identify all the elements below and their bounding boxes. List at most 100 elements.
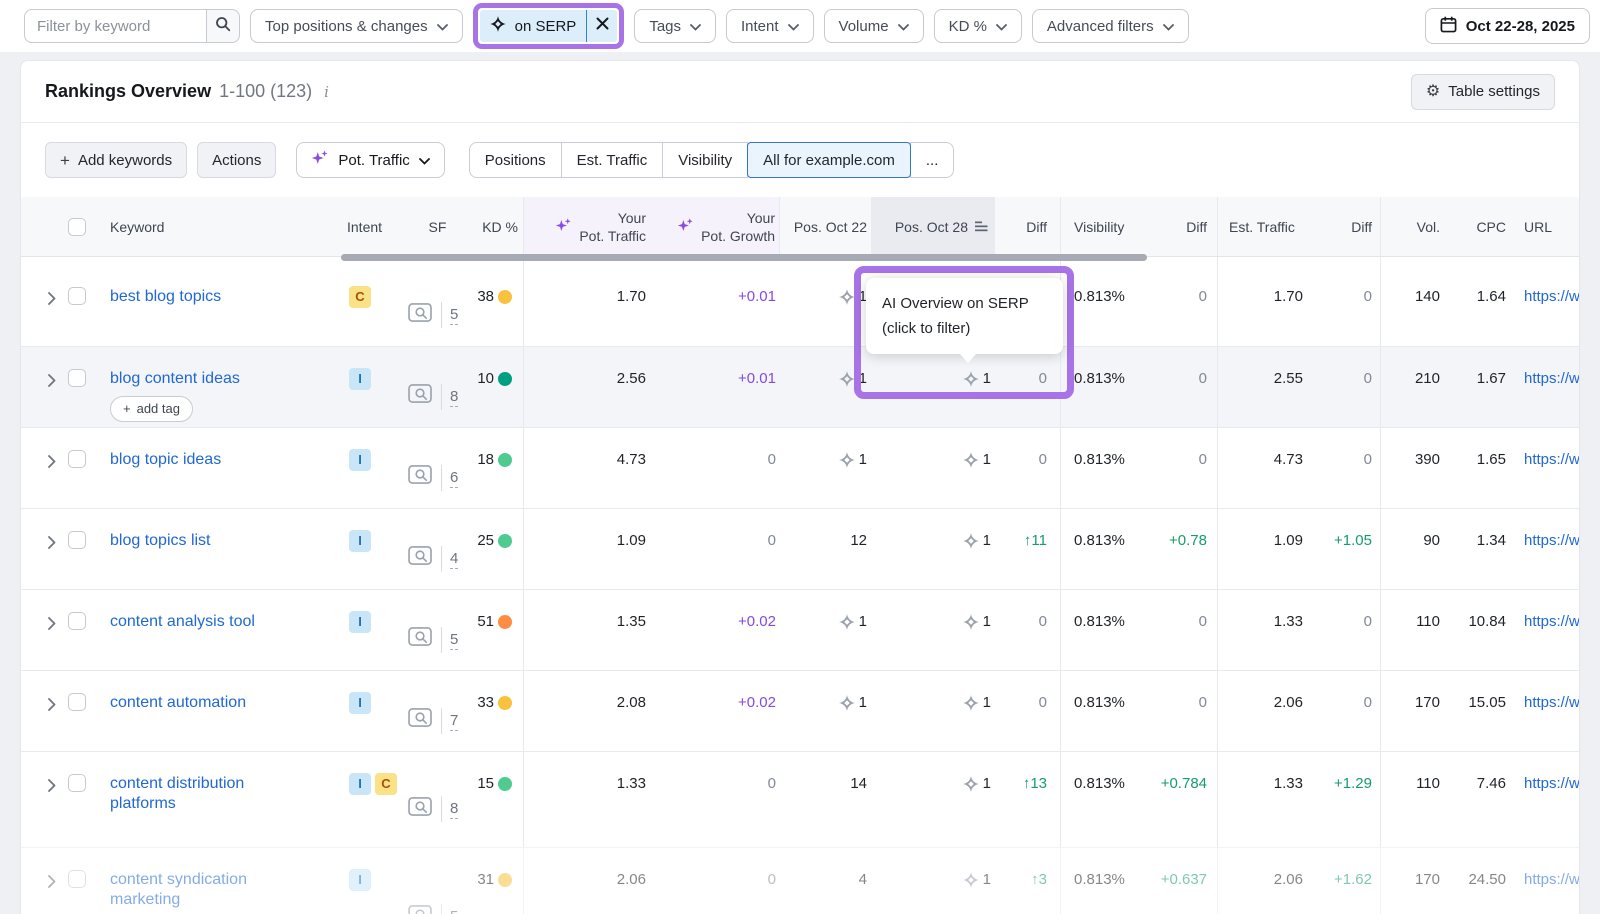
advanced-filters-dropdown[interactable]: Advanced filters bbox=[1032, 9, 1189, 43]
serp-features-cell: 7 bbox=[406, 671, 469, 751]
row-checkbox[interactable] bbox=[68, 450, 86, 468]
volume-dropdown[interactable]: Volume bbox=[824, 9, 924, 43]
sf-count[interactable]: 8 bbox=[450, 387, 458, 407]
sf-count[interactable]: 8 bbox=[450, 799, 458, 819]
tab-positions[interactable]: Positions bbox=[469, 142, 562, 178]
info-icon[interactable]: i bbox=[324, 83, 329, 101]
tab-more[interactable]: ... bbox=[910, 142, 955, 178]
expand-row-button[interactable] bbox=[21, 428, 65, 508]
url-link[interactable]: https://w bbox=[1524, 450, 1580, 470]
ai-overview-icon[interactable] bbox=[962, 694, 980, 718]
visibility-cell: 0.813% bbox=[1061, 848, 1141, 914]
column-header-keyword[interactable]: Keyword bbox=[93, 197, 329, 256]
column-header-pos-oct-22[interactable]: Pos. Oct 22 bbox=[780, 197, 871, 256]
ai-overview-icon[interactable] bbox=[838, 451, 856, 475]
keyword-link[interactable]: best blog topics bbox=[110, 287, 221, 307]
expand-row-button[interactable] bbox=[21, 848, 65, 914]
keyword-cell: blog topics list bbox=[93, 509, 329, 589]
column-header-intent[interactable]: Intent bbox=[329, 197, 406, 256]
column-header-url[interactable]: URL bbox=[1510, 197, 1580, 256]
remove-serp-filter-button[interactable] bbox=[587, 10, 617, 42]
sf-count[interactable]: 5 bbox=[450, 305, 458, 325]
row-checkbox[interactable] bbox=[68, 612, 86, 630]
row-checkbox[interactable] bbox=[68, 693, 86, 711]
keyword-link[interactable]: blog topic ideas bbox=[110, 450, 221, 470]
row-checkbox[interactable] bbox=[68, 531, 86, 549]
keyword-link[interactable]: content syndication marketing bbox=[110, 870, 295, 910]
column-header-pot-traffic[interactable]: YourPot. Traffic bbox=[524, 197, 650, 256]
sf-count[interactable]: 6 bbox=[450, 468, 458, 488]
top-positions-dropdown[interactable]: Top positions & changes bbox=[250, 9, 463, 43]
url-link[interactable]: https://w bbox=[1524, 369, 1580, 389]
expand-row-button[interactable] bbox=[21, 347, 65, 427]
intent-cell: I bbox=[329, 590, 406, 670]
intent-badge-c: C bbox=[349, 286, 371, 308]
expand-row-button[interactable] bbox=[21, 671, 65, 751]
url-link[interactable]: https://w bbox=[1524, 531, 1580, 551]
sf-count[interactable]: 4 bbox=[450, 549, 458, 569]
keyword-link[interactable]: content analysis tool bbox=[110, 612, 255, 632]
select-all-checkbox[interactable] bbox=[68, 218, 86, 236]
column-header-sf[interactable]: SF bbox=[406, 197, 469, 256]
horizontal-scrollbar[interactable] bbox=[341, 254, 1147, 261]
add-tag-button[interactable]: +add tag bbox=[110, 396, 193, 422]
expand-row-button[interactable] bbox=[21, 257, 65, 346]
tab-all-for-example[interactable]: All for example.com bbox=[747, 142, 911, 178]
intent-dropdown[interactable]: Intent bbox=[726, 9, 814, 43]
date-range-picker[interactable]: Oct 22-28, 2025 bbox=[1425, 8, 1590, 44]
keyword-link[interactable]: content distribution platforms bbox=[110, 774, 295, 814]
ai-overview-icon[interactable] bbox=[838, 694, 856, 718]
pot-traffic-dropdown[interactable]: Pot. Traffic bbox=[296, 142, 444, 178]
row-checkbox[interactable] bbox=[68, 369, 86, 387]
sf-count[interactable]: 5 bbox=[450, 630, 458, 650]
on-serp-filter-chip[interactable]: on SERP bbox=[480, 10, 618, 42]
column-header-kd[interactable]: KD % bbox=[469, 197, 524, 256]
column-header-diff-visibility[interactable]: Diff bbox=[1141, 197, 1218, 256]
expand-row-button[interactable] bbox=[21, 509, 65, 589]
expand-row-button[interactable] bbox=[21, 752, 65, 847]
sf-count[interactable]: 5 bbox=[450, 907, 458, 914]
sf-count[interactable]: 7 bbox=[450, 711, 458, 731]
table-settings-button[interactable]: ⚙ Table settings bbox=[1411, 74, 1555, 110]
tags-dropdown[interactable]: Tags bbox=[634, 9, 716, 43]
ai-overview-icon[interactable] bbox=[962, 370, 980, 394]
row-checkbox[interactable] bbox=[68, 774, 86, 792]
row-checkbox[interactable] bbox=[68, 287, 86, 305]
ai-overview-icon[interactable] bbox=[838, 288, 856, 312]
column-header-pos-oct-28[interactable]: Pos. Oct 28 bbox=[871, 197, 995, 256]
keyword-filter-input[interactable] bbox=[24, 9, 206, 43]
url-link[interactable]: https://w bbox=[1524, 693, 1580, 713]
ai-overview-icon[interactable] bbox=[838, 370, 856, 394]
search-button[interactable] bbox=[206, 9, 240, 43]
column-header-diff-pos[interactable]: Diff bbox=[995, 197, 1061, 256]
column-header-est-traffic[interactable]: Est. Traffic bbox=[1218, 197, 1307, 256]
url-link[interactable]: https://w bbox=[1524, 612, 1580, 632]
tab-est-traffic[interactable]: Est. Traffic bbox=[561, 142, 664, 178]
ai-overview-icon[interactable] bbox=[962, 532, 980, 556]
expand-row-button[interactable] bbox=[21, 590, 65, 670]
column-header-diff-est-traffic[interactable]: Diff bbox=[1307, 197, 1381, 256]
ai-overview-icon[interactable] bbox=[962, 613, 980, 637]
row-checkbox[interactable] bbox=[68, 870, 86, 888]
chevron-right-icon bbox=[48, 373, 56, 393]
keyword-link[interactable]: blog topics list bbox=[110, 531, 211, 551]
url-link[interactable]: https://w bbox=[1524, 870, 1580, 890]
column-header-cpc[interactable]: CPC bbox=[1444, 197, 1510, 256]
url-link[interactable]: https://w bbox=[1524, 774, 1580, 794]
column-header-volume[interactable]: Vol. bbox=[1381, 197, 1444, 256]
chevron-down-icon bbox=[419, 152, 430, 169]
actions-button[interactable]: Actions bbox=[197, 142, 276, 178]
ai-overview-icon[interactable] bbox=[838, 613, 856, 637]
tab-visibility[interactable]: Visibility bbox=[662, 142, 748, 178]
keyword-link[interactable]: content automation bbox=[110, 693, 246, 713]
ai-overview-icon[interactable] bbox=[962, 451, 980, 475]
url-link[interactable]: https://w bbox=[1524, 287, 1580, 307]
kd-dropdown[interactable]: KD % bbox=[934, 9, 1022, 43]
column-header-pot-growth[interactable]: YourPot. Growth bbox=[650, 197, 780, 256]
add-keywords-button[interactable]: + Add keywords bbox=[45, 142, 187, 178]
ai-overview-icon[interactable] bbox=[962, 775, 980, 799]
chevron-down-icon bbox=[1163, 18, 1174, 35]
ai-overview-icon[interactable] bbox=[962, 871, 980, 895]
keyword-link[interactable]: blog content ideas bbox=[110, 369, 240, 389]
column-header-visibility[interactable]: Visibility bbox=[1061, 197, 1141, 256]
